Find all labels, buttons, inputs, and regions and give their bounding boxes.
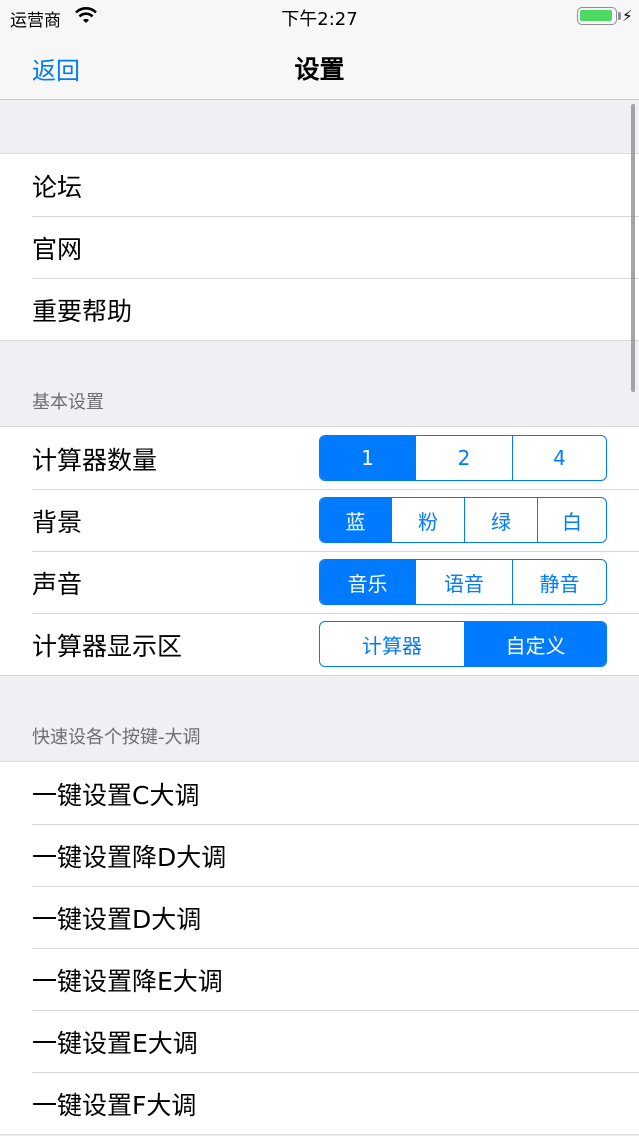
row-label: 论坛: [32, 173, 83, 202]
link-row-website[interactable]: 官网: [0, 216, 639, 278]
section-header-basic: 基本设置: [0, 341, 639, 427]
segment-option-pink[interactable]: 粉: [391, 498, 464, 542]
sound-segmented-control: 音乐 语音 静音: [319, 559, 607, 605]
battery-icon: [577, 7, 617, 25]
quick-key-row[interactable]: 一键设置C大调: [0, 762, 639, 824]
quick-key-row[interactable]: 一键设置降E大调: [0, 948, 639, 1010]
settings-table[interactable]: 论坛 官网 重要帮助 基本设置 计算器数量 1 2 4 背景 蓝 粉 绿 白 声…: [0, 100, 639, 1136]
segment-option-4[interactable]: 4: [512, 436, 606, 480]
segment-option-2[interactable]: 2: [415, 436, 512, 480]
status-bar: 运营商 下午2:27 ⚡: [0, 0, 639, 33]
display-area-row: 计算器显示区 计算器 自定义: [0, 613, 639, 675]
vertical-scrollbar[interactable]: [631, 104, 635, 392]
segment-option-white[interactable]: 白: [537, 498, 606, 542]
segment-option-music[interactable]: 音乐: [320, 560, 415, 604]
row-label: 官网: [32, 235, 83, 264]
row-label: 一键设置C大调: [32, 781, 200, 810]
navigation-bar: 返回 设置: [0, 33, 639, 100]
segment-option-blue[interactable]: 蓝: [320, 498, 391, 542]
row-label: 一键设置F大调: [32, 1091, 197, 1120]
quick-keys-group: 一键设置C大调 一键设置降D大调 一键设置D大调 一键设置降E大调 一键设置E大…: [0, 762, 639, 1135]
row-label: 背景: [32, 508, 83, 537]
quick-key-row[interactable]: 一键设置F大调: [0, 1072, 639, 1134]
link-row-forum[interactable]: 论坛: [0, 154, 639, 216]
segment-option-green[interactable]: 绿: [464, 498, 537, 542]
back-button[interactable]: 返回: [32, 51, 80, 86]
link-row-help[interactable]: 重要帮助: [0, 278, 639, 340]
charging-bolt-icon: ⚡: [622, 7, 633, 25]
section-header-quick-keys: 快速设各个按键-大调: [0, 676, 639, 762]
calculator-count-row: 计算器数量 1 2 4: [0, 427, 639, 489]
quick-key-row[interactable]: 一键设置D大调: [0, 886, 639, 948]
segment-option-mute[interactable]: 静音: [512, 560, 606, 604]
background-row: 背景 蓝 粉 绿 白: [0, 489, 639, 551]
section-spacer: [0, 100, 639, 153]
segment-option-calculator[interactable]: 计算器: [320, 622, 464, 666]
status-time: 下午2:27: [281, 9, 358, 30]
row-label: 计算器数量: [32, 446, 158, 475]
sound-row: 声音 音乐 语音 静音: [0, 551, 639, 613]
page-title: 设置: [294, 55, 345, 84]
segment-option-voice[interactable]: 语音: [415, 560, 512, 604]
links-group: 论坛 官网 重要帮助: [0, 153, 639, 341]
quick-key-row[interactable]: 一键设置降D大调: [0, 824, 639, 886]
segment-option-1[interactable]: 1: [320, 436, 415, 480]
row-label: 重要帮助: [32, 297, 133, 326]
row-label: 计算器显示区: [32, 632, 183, 661]
row-label: 一键设置降E大调: [32, 967, 223, 996]
basic-settings-group: 计算器数量 1 2 4 背景 蓝 粉 绿 白 声音 音乐 语音 静音 计算器显示…: [0, 427, 639, 676]
row-label: 一键设置降D大调: [32, 843, 227, 872]
row-label: 一键设置E大调: [32, 1029, 198, 1058]
row-label: 声音: [32, 570, 83, 599]
section-header-label: 基本设置: [32, 392, 104, 413]
battery-nub: [618, 12, 621, 20]
quick-key-row[interactable]: 一键设置E大调: [0, 1010, 639, 1072]
calculator-count-segmented-control: 1 2 4: [319, 435, 607, 481]
background-segmented-control: 蓝 粉 绿 白: [319, 497, 607, 543]
display-area-segmented-control: 计算器 自定义: [319, 621, 607, 667]
segment-option-custom[interactable]: 自定义: [464, 622, 606, 666]
row-label: 一键设置D大调: [32, 905, 202, 934]
section-header-label: 快速设各个按键-大调: [32, 727, 201, 748]
